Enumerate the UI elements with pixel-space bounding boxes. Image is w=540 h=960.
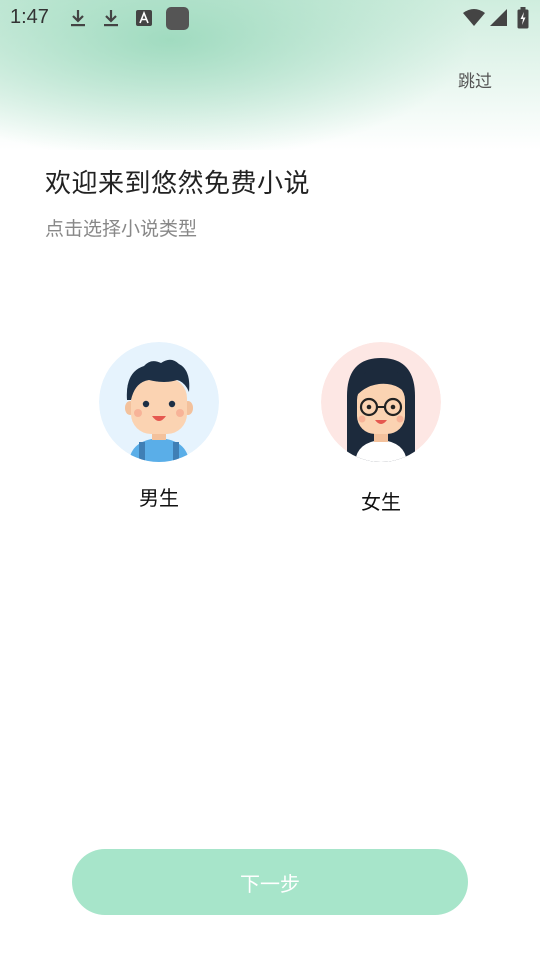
status-bar: 1:47 (0, 0, 540, 36)
gender-option-male[interactable]: 男生 (99, 342, 219, 511)
battery-charging-icon (516, 7, 530, 29)
next-step-label: 下一步 (240, 871, 300, 896)
girl-avatar (321, 342, 441, 462)
app-square-icon (166, 7, 189, 30)
gender-label-male: 男生 (139, 486, 179, 510)
download-icon (68, 8, 88, 28)
text-a-icon (134, 8, 154, 28)
download-icon (101, 8, 121, 28)
skip-button[interactable]: 跳过 (458, 67, 492, 92)
wifi-icon (462, 8, 486, 28)
gender-option-female[interactable]: 女生 (321, 342, 441, 515)
status-time: 1:47 (10, 6, 49, 28)
welcome-subtitle: 点击选择小说类型 (45, 218, 198, 240)
welcome-title: 欢迎来到悠然免费小说 (45, 169, 311, 199)
boy-avatar (99, 342, 219, 462)
gender-label-female: 女生 (361, 490, 401, 514)
next-step-button[interactable]: 下一步 (72, 849, 468, 915)
signal-icon (489, 8, 509, 28)
